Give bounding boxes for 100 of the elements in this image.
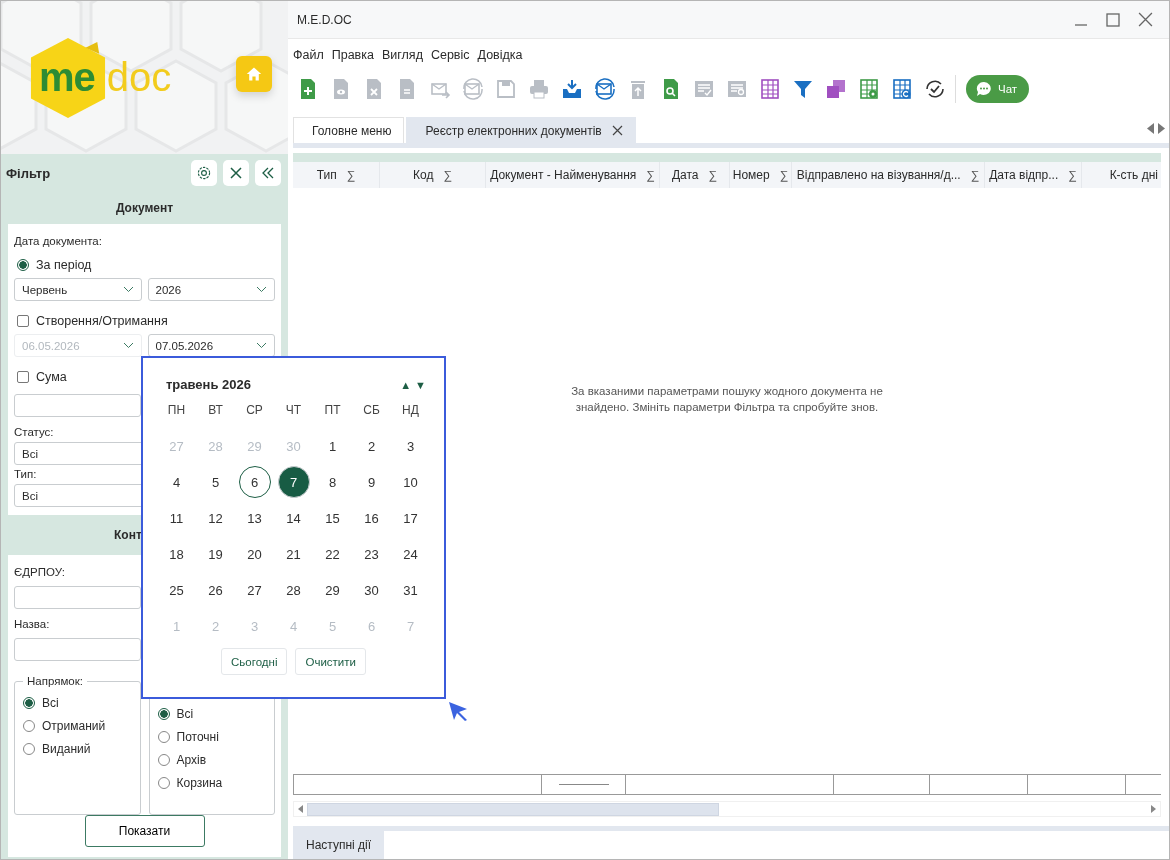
column-header[interactable]: Номер ∑ <box>730 162 792 188</box>
calendar-day[interactable]: 26 <box>199 574 232 606</box>
radio-label: Всі <box>176 706 194 721</box>
grid-refresh-icon[interactable] <box>891 78 913 100</box>
radio-button[interactable] <box>23 742 35 755</box>
calendar-day[interactable]: 24 <box>394 538 427 570</box>
sum-field[interactable] <box>14 394 141 417</box>
envelope-sync-icon[interactable] <box>594 78 616 100</box>
scroll-right-icon[interactable] <box>1158 122 1165 134</box>
column-header[interactable]: Відправлено на візування/д... ∑ <box>792 162 985 188</box>
horizontal-scrollbar[interactable] <box>293 801 1161 817</box>
close-icon[interactable] <box>611 125 623 136</box>
tab[interactable]: Головне меню <box>293 117 405 143</box>
scroll-left-icon[interactable] <box>1147 122 1154 134</box>
sync-check-icon[interactable] <box>924 78 946 100</box>
radio-button[interactable] <box>157 776 170 789</box>
close-icon[interactable] <box>1138 12 1153 27</box>
calendar-day[interactable]: 17 <box>394 502 427 534</box>
grid-gear-icon[interactable] <box>858 78 880 100</box>
tab[interactable]: Наступні дії <box>293 831 385 859</box>
calendar-day[interactable]: 4 <box>160 466 193 498</box>
settings-button[interactable] <box>191 160 217 186</box>
radio-button[interactable] <box>17 258 29 271</box>
calendar-day[interactable]: 19 <box>199 538 232 570</box>
month-title: травень 2026 <box>166 377 252 392</box>
calendar-day[interactable]: 11 <box>160 502 193 534</box>
calendar-day[interactable]: 21 <box>277 538 310 570</box>
weekday-label: НД <box>402 403 419 417</box>
calendar-day[interactable]: 9 <box>355 466 388 498</box>
radio-button[interactable] <box>157 730 170 743</box>
checkbox[interactable] <box>17 314 29 327</box>
calendar-day[interactable]: 5 <box>199 466 232 498</box>
calendar-button[interactable]: Сьогодні <box>221 648 288 675</box>
month-dropdown[interactable]: Червень <box>14 278 142 301</box>
field-label: Назва: <box>14 618 50 630</box>
calendar-day[interactable]: 10 <box>394 466 427 498</box>
column-header[interactable]: К-сть дні <box>1082 162 1160 188</box>
scroll-left-icon[interactable] <box>298 805 303 813</box>
calendar-day[interactable]: 22 <box>316 538 349 570</box>
maximize-icon[interactable] <box>1106 12 1120 27</box>
calendar-day[interactable]: 13 <box>238 502 271 534</box>
calendar-day[interactable]: 12 <box>199 502 232 534</box>
scroll-right-icon[interactable] <box>1151 805 1156 813</box>
column-header[interactable]: Документ - Найменування ∑ <box>486 162 660 188</box>
calendar-day[interactable]: 15 <box>316 502 349 534</box>
chat-bubble-icon <box>976 81 992 97</box>
window-title: M.E.D.OC <box>297 12 352 27</box>
close-icon <box>229 166 243 180</box>
radio-button[interactable] <box>23 696 35 709</box>
double-chevron-icon <box>261 166 275 180</box>
previous-month-button[interactable]: ▲ <box>400 378 412 391</box>
radio-button[interactable] <box>157 753 170 766</box>
calendar-day[interactable]: 28 <box>277 574 310 606</box>
menu-item[interactable]: Вигляд <box>381 48 423 62</box>
calendar-day[interactable]: 18 <box>160 538 193 570</box>
show-button[interactable]: Показати <box>84 815 205 847</box>
calendar-day[interactable]: 1 <box>316 430 349 462</box>
tab[interactable]: Реєстр електронних документів <box>406 117 636 143</box>
checkbox-label: Створення/Отримання <box>36 313 168 328</box>
checkbox[interactable] <box>17 370 29 383</box>
calendar-day[interactable]: 3 <box>394 430 427 462</box>
radio-button[interactable] <box>157 707 170 720</box>
menu-item[interactable]: Сервіс <box>430 48 470 62</box>
calendar-day[interactable]: 20 <box>238 538 271 570</box>
calendar-day[interactable]: 16 <box>355 502 388 534</box>
edrpou-field[interactable] <box>14 586 141 609</box>
year-dropdown[interactable]: 2026 <box>147 278 275 301</box>
calendar-day[interactable]: 23 <box>355 538 388 570</box>
name-field[interactable] <box>14 638 141 661</box>
calendar-day[interactable]: 31 <box>394 574 427 606</box>
menu-item[interactable]: Правка <box>331 48 374 62</box>
layers-icon[interactable] <box>825 78 847 100</box>
weekday-label: СР <box>246 403 263 417</box>
column-header[interactable]: Код ∑ <box>380 162 486 188</box>
calendar-day[interactable]: 2 <box>355 430 388 462</box>
envelope-tray-icon[interactable] <box>561 78 583 100</box>
collapse-button[interactable] <box>255 160 281 186</box>
radio-button[interactable] <box>23 719 35 732</box>
calendar-day[interactable]: 30 <box>355 574 388 606</box>
calendar-day[interactable]: 14 <box>277 502 310 534</box>
calendar-day[interactable]: 8 <box>316 466 349 498</box>
column-header[interactable]: Тип ∑ <box>293 162 380 188</box>
next-month-button[interactable]: ▼ <box>415 378 426 391</box>
grid-icon[interactable] <box>759 78 781 100</box>
menu-item[interactable]: Файл <box>293 48 324 62</box>
close-button[interactable] <box>223 160 249 186</box>
calendar-day[interactable]: 27 <box>238 574 271 606</box>
logo-text: me <box>39 55 95 100</box>
chevron-icon <box>122 342 134 349</box>
calendar-day[interactable]: 25 <box>160 574 193 606</box>
calendar-button[interactable]: Очистити <box>295 648 366 675</box>
weekday-label: ВТ <box>208 403 223 417</box>
field-label: Дата документа: <box>14 235 102 247</box>
menu-item[interactable]: Довідка <box>477 48 523 62</box>
column-header[interactable]: Дата ∑ <box>660 162 730 188</box>
calendar-day[interactable]: 7 <box>277 466 310 498</box>
calendar-day[interactable]: 29 <box>316 574 349 606</box>
field-label: ЄДРПОУ: <box>14 566 65 578</box>
filter-icon[interactable] <box>792 78 814 100</box>
column-header[interactable]: Дата відпр... ∑ <box>985 162 1082 188</box>
